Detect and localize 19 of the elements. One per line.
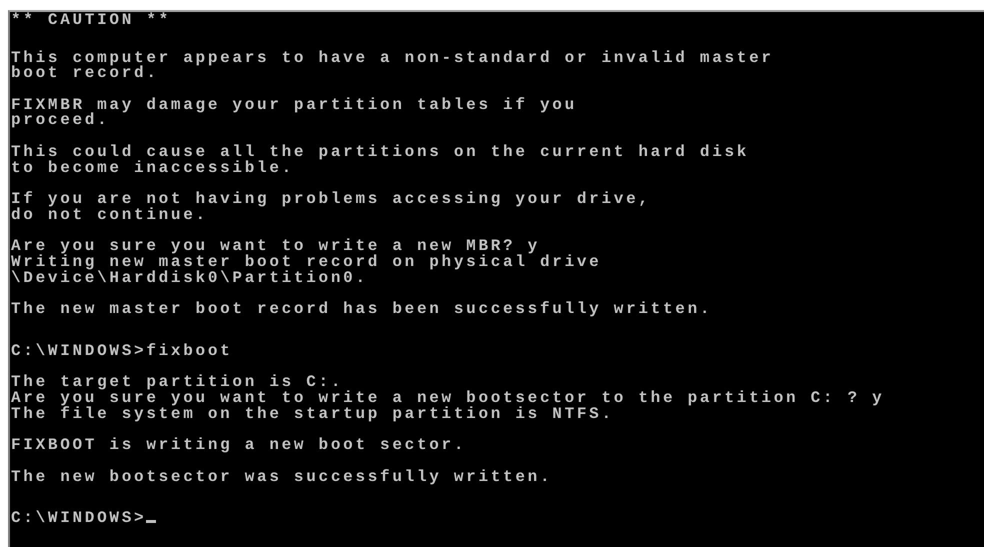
console-line: FIXBOOT is writing a new boot sector. (11, 436, 466, 454)
console-line: This could cause all the partitions on the current hard disk (11, 142, 750, 161)
console-line: Writing new master boot record on physical drive (11, 252, 602, 271)
console-line: ** CAUTION ** (11, 12, 171, 29)
console-line: to become inaccessible. (11, 158, 294, 177)
console-line: The target partition is C:. (11, 373, 344, 392)
console-line: Are you sure you want to write a new bootsector to the partition C: ? y (11, 388, 884, 407)
console-line: The file system on the startup partition is NTFS. (11, 404, 614, 422)
console-line: Are you sure you want to write a new MBR? y (11, 237, 540, 256)
command-prompt: C:\WINDOWS>fixboot (11, 342, 232, 360)
console-line: proceed. (11, 111, 110, 130)
console-line: The new bootsector was successfully written. (11, 468, 552, 486)
console-line: If you are not having problems accessing your drive, (11, 190, 651, 208)
text-cursor (146, 520, 156, 524)
console-line: boot record. (11, 64, 159, 82)
console-line: \Device\Harddisk0\Partition0. (11, 268, 368, 287)
console-line: The new master boot record has been successfully written. (11, 300, 712, 318)
console-line: do not continue. (11, 206, 208, 224)
command-prompt: C:\WINDOWS> (11, 509, 146, 528)
